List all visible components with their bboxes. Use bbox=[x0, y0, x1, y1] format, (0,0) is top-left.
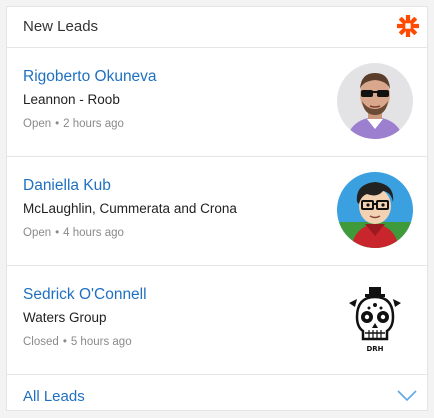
sugar-skull-avatar: DRH bbox=[337, 281, 413, 357]
all-leads-link[interactable]: All Leads bbox=[23, 388, 85, 405]
lead-company: Leannon - Roob bbox=[23, 92, 120, 107]
avatar bbox=[337, 63, 413, 139]
avatar: DRH bbox=[337, 281, 413, 357]
lead-time: 2 hours ago bbox=[63, 118, 124, 130]
cartoon-glasses-avatar bbox=[337, 172, 413, 248]
sunglasses-man-avatar bbox=[337, 63, 413, 139]
lead-status: Open bbox=[23, 227, 52, 239]
card-header: New Leads bbox=[7, 7, 427, 48]
zapier-asterisk-icon bbox=[397, 15, 419, 37]
lead-meta: Open • 4 hours ago bbox=[23, 227, 124, 239]
avatar bbox=[337, 172, 413, 248]
card-title: New Leads bbox=[23, 18, 99, 35]
lead-meta: Open • 2 hours ago bbox=[23, 118, 124, 130]
lead-item[interactable]: Sedrick O'Connell Waters Group Closed • 5 … bbox=[7, 266, 427, 375]
chevron-down-icon[interactable] bbox=[395, 387, 419, 405]
lead-status: Open bbox=[23, 118, 52, 130]
lead-time: 4 hours ago bbox=[63, 227, 124, 239]
lead-company: Waters Group bbox=[23, 310, 107, 325]
lead-name-link[interactable]: Sedrick O'Connell bbox=[23, 286, 147, 304]
lead-time: 5 hours ago bbox=[70, 336, 132, 348]
lead-name-link[interactable]: Rigoberto Okuneva bbox=[23, 68, 157, 86]
lead-status: Closed bbox=[23, 336, 59, 348]
lead-item[interactable]: Daniella Kub McLaughlin, Cummerata and C… bbox=[7, 157, 427, 266]
new-leads-card: New Leads Rigoberto Okuneva Leannon - Ro… bbox=[6, 6, 428, 411]
avatar-lettering: DRH bbox=[366, 345, 383, 353]
lead-name-link[interactable]: Daniella Kub bbox=[23, 177, 111, 195]
lead-meta: Closed • 5 hours ago bbox=[23, 336, 132, 348]
lead-item[interactable]: Rigoberto Okuneva Leannon - Roob Open • 2 … bbox=[7, 48, 427, 157]
card-footer: All Leads bbox=[7, 375, 427, 418]
lead-company: McLaughlin, Cummerata and Crona bbox=[23, 201, 237, 216]
